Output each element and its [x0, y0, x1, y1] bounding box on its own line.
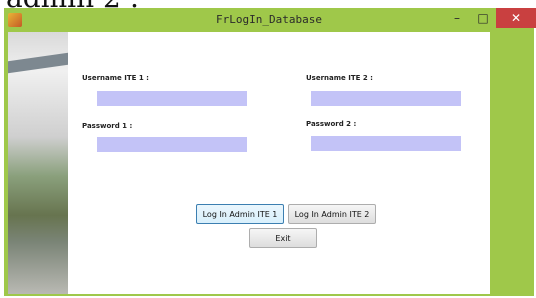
- login-admin-ite2-button[interactable]: Log In Admin ITE 2: [288, 204, 376, 224]
- title-bar[interactable]: FrLogIn_Database – □ ✕: [4, 8, 536, 32]
- login-panel: Username ITE 1 : Username ITE 2 : Passwo…: [68, 32, 490, 294]
- client-area: Username ITE 1 : Username ITE 2 : Passwo…: [8, 32, 490, 294]
- username2-label: Username ITE 2 :: [306, 74, 373, 82]
- minimize-button[interactable]: –: [444, 8, 470, 28]
- username2-field[interactable]: [311, 91, 461, 106]
- password1-field[interactable]: [97, 137, 247, 152]
- username1-field[interactable]: [97, 91, 247, 106]
- close-button[interactable]: ✕: [496, 8, 536, 28]
- login-window: FrLogIn_Database – □ ✕ Username ITE 1 : …: [4, 8, 536, 296]
- password1-label: Password 1 :: [82, 122, 133, 130]
- login-admin-ite1-button[interactable]: Log In Admin ITE 1: [196, 204, 284, 224]
- maximize-button[interactable]: □: [470, 8, 496, 28]
- password2-field[interactable]: [311, 136, 461, 151]
- password2-label: Password 2 :: [306, 120, 357, 128]
- exit-button[interactable]: Exit: [249, 228, 317, 248]
- username1-label: Username ITE 1 :: [82, 74, 149, 82]
